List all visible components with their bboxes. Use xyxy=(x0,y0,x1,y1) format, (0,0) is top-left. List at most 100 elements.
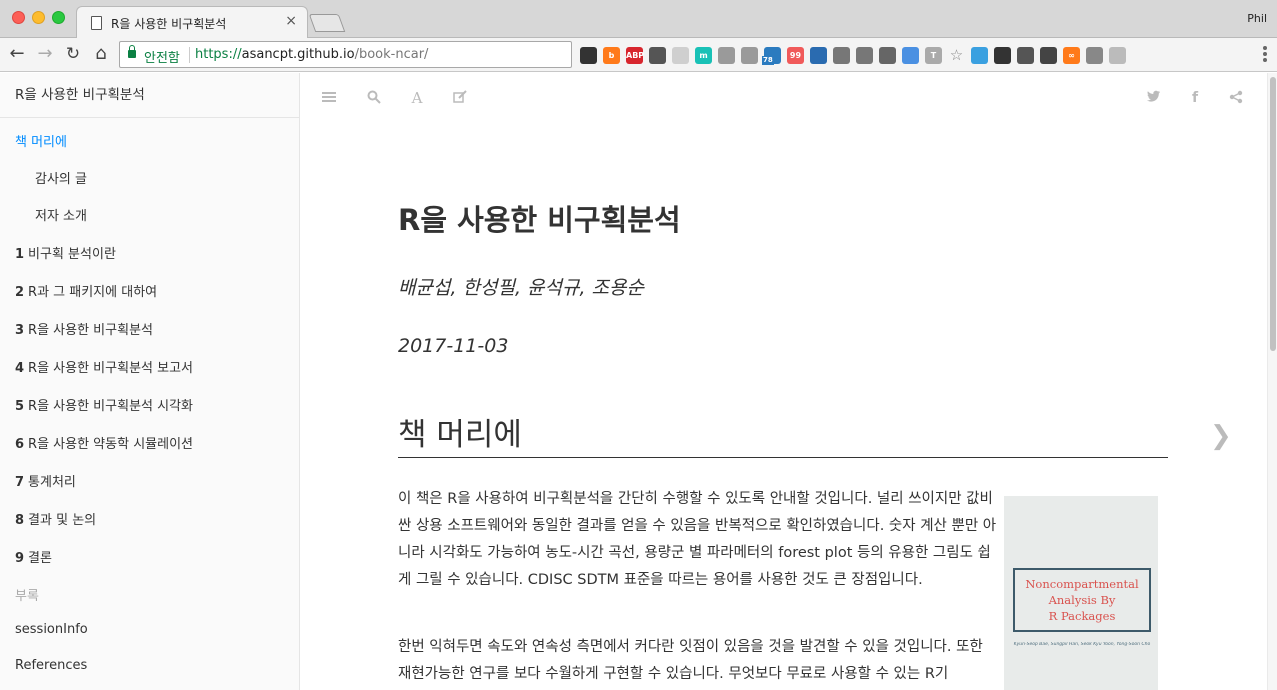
cloud-extension-icon[interactable] xyxy=(971,46,988,64)
dropbox-extension-icon[interactable] xyxy=(741,46,758,64)
back-arrow-icon[interactable]: ← xyxy=(6,42,28,66)
book-sidebar: R을 사용한 비구획분석 책 머리에감사의 글저자 소개 1 비구획 분석이란 2 R과… xyxy=(0,73,300,690)
section-heading: 책 머리에 xyxy=(398,417,522,453)
sidebar-item-label: R을 사용한 비구획분석 xyxy=(28,323,153,338)
grid-extension-icon[interactable] xyxy=(580,46,597,64)
quote-extension-icon[interactable]: 99 xyxy=(787,46,804,64)
paragraph-second: 한번 익혀두면 속도와 연속성 측면에서 커다란 잇점이 있음을 것을 발견할 … xyxy=(398,639,983,682)
notebook-extension-icon[interactable] xyxy=(810,46,827,64)
t-extension-icon[interactable]: T xyxy=(925,46,942,64)
bulb-extension-icon[interactable] xyxy=(1017,46,1034,64)
color-wheel-extension-icon[interactable] xyxy=(994,46,1011,64)
sidebar-item-label: sessionInfo xyxy=(15,622,88,637)
sidebar-item[interactable]: References xyxy=(15,658,87,673)
menu-icon[interactable] xyxy=(322,90,338,106)
sidebar-item-label: 감사의 글 xyxy=(35,172,87,187)
sidebar-item-label: 부록 xyxy=(15,589,39,604)
edit-icon[interactable] xyxy=(452,90,468,106)
share-icon[interactable] xyxy=(1228,90,1244,106)
chrome-menu-icon[interactable] xyxy=(1263,46,1267,62)
reload-icon[interactable]: ↻ xyxy=(62,42,84,66)
minimize-window-button[interactable] xyxy=(32,11,45,24)
home-icon[interactable]: ⌂ xyxy=(90,42,112,66)
gray-extension-icon[interactable] xyxy=(1109,46,1126,64)
facebook-icon[interactable]: f xyxy=(1187,90,1203,106)
sidebar-item[interactable]: 저자 소개 xyxy=(35,205,87,224)
new-tab-button[interactable] xyxy=(308,14,346,32)
sidebar-item[interactable]: 9 결론 xyxy=(15,547,52,566)
star-icon[interactable]: ☆ xyxy=(948,46,965,64)
adblock-extension-icon[interactable]: ABP xyxy=(626,46,644,64)
url-text[interactable]: https://asancpt.github.io/book-ncar/ xyxy=(195,47,428,62)
image-extension-icon[interactable] xyxy=(672,46,689,64)
sidebar-item[interactable]: 7 통계처리 xyxy=(15,471,76,490)
incognito-extension-icon[interactable] xyxy=(649,46,666,64)
maximize-window-button[interactable] xyxy=(52,11,65,24)
browser-toolbar: ← → ↻ ⌂ 안전함 https://asancpt.github.io/bo… xyxy=(0,38,1277,72)
sidebar-item[interactable]: 3 R을 사용한 비구획분석 xyxy=(15,319,153,338)
sidebar-item-label: 비구획 분석이란 xyxy=(28,247,116,262)
sidebar-item-number: 2 xyxy=(15,285,25,300)
square-extension-icon[interactable] xyxy=(1086,46,1103,64)
extension-badge: 78 xyxy=(762,55,774,65)
page-scrollbar[interactable] xyxy=(1267,73,1277,690)
tab-title: R을 사용한 비구획분석 xyxy=(111,17,227,31)
sidebar-item-number: 1 xyxy=(15,247,25,262)
sidebar-book-title[interactable]: R을 사용한 비구획분석 xyxy=(15,83,145,103)
sidebar-item[interactable]: 감사의 글 xyxy=(35,168,87,187)
sidebar-item[interactable]: 5 R을 사용한 비구획분석 시각화 xyxy=(15,395,193,414)
font-settings-icon[interactable]: A xyxy=(409,90,425,106)
sidebar-item[interactable]: 8 결과 및 논의 xyxy=(15,509,96,528)
sidebar-item-label: R을 사용한 약동학 시뮬레이션 xyxy=(28,437,193,452)
book-main: A f R을 사용한 비구획분석 배균섭, 한성필, 윤석규, 조용순 2017… xyxy=(300,73,1267,690)
search-icon[interactable] xyxy=(366,90,382,106)
diamond-extension-icon[interactable] xyxy=(902,46,919,64)
sidebar-item-number: 8 xyxy=(15,513,25,528)
octocat-extension-icon[interactable] xyxy=(833,46,850,64)
cover-title-line: Analysis By xyxy=(1048,593,1116,607)
sidebar-item-label: 책 머리에 xyxy=(15,135,67,150)
sidebar-item: 부록 xyxy=(15,585,39,604)
crop-add-extension-icon[interactable] xyxy=(1040,46,1057,64)
address-divider xyxy=(189,47,190,63)
twitter-icon[interactable] xyxy=(1146,90,1162,106)
tab-close-icon[interactable]: × xyxy=(285,13,297,29)
profile-name[interactable]: Phil xyxy=(1247,12,1267,25)
m-extension-icon[interactable]: m xyxy=(695,46,712,64)
cover-title-line: R Packages xyxy=(1048,609,1116,623)
url-path: /book-ncar/ xyxy=(354,47,429,62)
cover-title: Noncompartmental Analysis By R Packages xyxy=(1013,568,1151,632)
book-authors: 배균섭, 한성필, 윤석규, 조용순 xyxy=(398,277,644,299)
sidebar-item-label: R을 사용한 비구획분석 보고서 xyxy=(28,361,193,376)
heading-rule xyxy=(398,457,1168,458)
bridge-extension-icon[interactable] xyxy=(879,46,896,64)
lock-icon xyxy=(128,45,136,58)
sidebar-item[interactable]: 1 비구획 분석이란 xyxy=(15,243,116,262)
cloud-badge-extension-icon[interactable]: 78 xyxy=(762,46,781,65)
sidebar-item-label: References xyxy=(15,658,88,673)
next-page-arrow-icon[interactable]: ❯ xyxy=(1210,421,1232,451)
book-title: R을 사용한 비구획분석 xyxy=(398,203,681,237)
url-protocol: https:// xyxy=(195,47,242,62)
sidebar-item[interactable]: 책 머리에 xyxy=(15,131,67,150)
sidebar-item[interactable]: 6 R을 사용한 약동학 시뮬레이션 xyxy=(15,433,193,452)
sidebar-item[interactable]: sessionInfo xyxy=(15,622,88,637)
sidebar-item-number: 7 xyxy=(15,475,25,490)
forward-arrow-icon[interactable]: → xyxy=(34,42,56,66)
sidebar-item-label: R을 사용한 비구획분석 시각화 xyxy=(28,399,193,414)
drive-extension-icon[interactable] xyxy=(718,46,735,64)
scrollbar-thumb[interactable] xyxy=(1270,77,1276,351)
address-bar[interactable]: 안전함 https://asancpt.github.io/book-ncar/ xyxy=(119,41,572,68)
bolt-extension-icon[interactable]: b xyxy=(603,46,620,64)
sidebar-item-number: 5 xyxy=(15,399,25,414)
sidebar-item[interactable]: 2 R과 그 패키지에 대하여 xyxy=(15,281,157,300)
sidebar-item-number: 3 xyxy=(15,323,25,338)
sidebar-item[interactable]: 4 R을 사용한 비구획분석 보고서 xyxy=(15,357,193,376)
sidebar-item-label: 결과 및 논의 xyxy=(28,513,97,528)
infinity-extension-icon[interactable]: ∞ xyxy=(1063,46,1080,64)
browser-tab-active[interactable]: R을 사용한 비구획분석 × xyxy=(76,6,308,38)
close-window-button[interactable] xyxy=(12,11,25,24)
paragraph-intro: 이 책은 R을 사용하여 비구획분석을 간단히 수행할 수 있도록 안내할 것입… xyxy=(398,491,997,588)
secure-label: 안전함 xyxy=(144,51,180,66)
cast-extension-icon[interactable] xyxy=(856,46,873,64)
